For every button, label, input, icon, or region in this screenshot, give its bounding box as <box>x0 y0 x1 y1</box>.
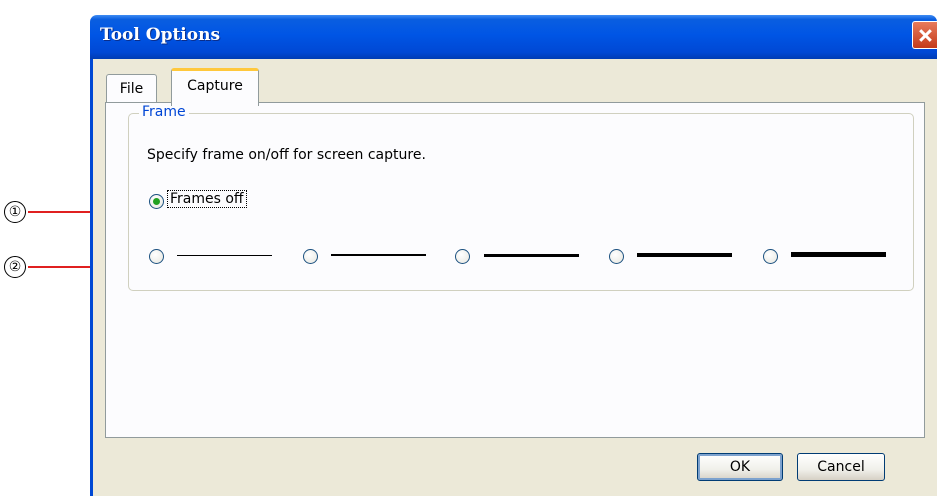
dialog-body: File Capture Frame Specify frame on/off … <box>90 59 937 496</box>
frame-group-legend: Frame <box>139 104 189 120</box>
tool-options-dialog: Tool Options File Capture Frame Specify … <box>90 15 937 496</box>
capture-tab-panel: Frame Specify frame on/off for screen ca… <box>105 102 925 438</box>
callout-2-number: ② <box>4 256 26 278</box>
frame-line-5-radio[interactable] <box>763 249 778 264</box>
tab-capture-label: Capture <box>187 78 243 94</box>
frame-line-2-sample <box>331 254 426 256</box>
frame-line-3-sample <box>484 254 579 257</box>
frame-line-5-sample <box>791 252 886 257</box>
frame-line-4-radio[interactable] <box>609 249 624 264</box>
frame-line-1-radio[interactable] <box>149 249 164 264</box>
frames-off-radio[interactable] <box>149 194 164 209</box>
callout-1-number: ① <box>4 201 26 223</box>
frame-line-3-radio[interactable] <box>455 249 470 264</box>
tab-capture[interactable]: Capture <box>171 68 259 106</box>
ok-button[interactable]: OK <box>697 453 783 481</box>
title-bar[interactable]: Tool Options <box>90 15 937 59</box>
frames-off-label[interactable]: Frames off <box>167 190 247 208</box>
tab-file-label: File <box>119 81 144 97</box>
frame-line-1-sample <box>177 255 272 256</box>
window-title: Tool Options <box>100 25 221 45</box>
tab-file[interactable]: File <box>106 74 157 103</box>
close-icon[interactable] <box>912 21 937 49</box>
frame-line-2-radio[interactable] <box>303 249 318 264</box>
frame-groupbox: Frame Specify frame on/off for screen ca… <box>128 104 914 291</box>
cancel-button[interactable]: Cancel <box>797 453 885 481</box>
frame-description: Specify frame on/off for screen capture. <box>147 147 426 163</box>
frame-line-4-sample <box>637 253 732 257</box>
